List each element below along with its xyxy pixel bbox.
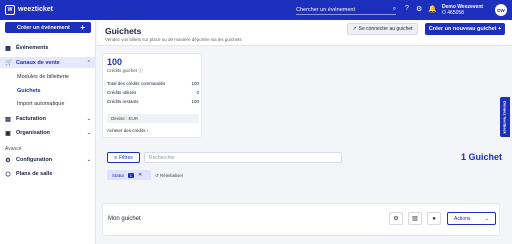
- chevron-right-icon: ›: [146, 128, 149, 133]
- chevron-down-icon: ⌄: [86, 157, 91, 163]
- filters-button[interactable]: ≡ Filtres: [107, 152, 140, 163]
- reset-filters-link[interactable]: ↺ Réinitialiser: [155, 173, 183, 179]
- section-label-advanced: Avancé: [5, 146, 22, 152]
- credit-label: Crédits guichet ⓘ: [107, 68, 143, 73]
- guichet-search-input[interactable]: Rechercher: [144, 152, 342, 163]
- user-id: O 465058: [442, 10, 464, 16]
- filter-icon: ≡: [114, 154, 118, 161]
- event-search-input[interactable]: Chercher un événement ⌕: [296, 5, 396, 15]
- credit-row-remaining: Crédits restants 100: [107, 99, 199, 104]
- image-icon[interactable]: ▨: [408, 212, 422, 225]
- briefcase-icon: ▣: [5, 130, 11, 137]
- close-icon[interactable]: ✕: [138, 172, 142, 178]
- sidebar-item-label: Événements: [16, 45, 49, 51]
- credit-row-total: Total des crédits commandés 100: [107, 81, 199, 86]
- chevron-down-icon: ⌄: [484, 215, 489, 222]
- top-bar: W weezticket Chercher un événement ⌕ ? ⚙…: [0, 0, 512, 20]
- currency-badge: Devise : EUR: [107, 114, 199, 123]
- sidebar-item-guichets[interactable]: Guichets: [17, 88, 41, 94]
- avatar[interactable]: DW: [495, 4, 507, 16]
- page-subtitle: Vendez vos billets sur place ou de maniè…: [105, 37, 242, 42]
- result-count: 1 Guichet: [460, 152, 502, 162]
- guichet-row: Mon guichet ⚙ ▨ ● Actions ⌄: [102, 203, 500, 236]
- guichet-name[interactable]: Mon guichet: [108, 216, 141, 222]
- logo-text[interactable]: weezticket: [18, 6, 53, 13]
- page-header: Guichets Vendez vos billets sur place ou…: [97, 20, 512, 46]
- sidebar-item-events[interactable]: ▦ Événements: [0, 43, 96, 53]
- search-icon: ⌕: [392, 6, 396, 12]
- sidebar-item-label: Facturation: [16, 116, 46, 122]
- sidebar-item-configuration[interactable]: ⚙ Configuration ⌄: [0, 155, 96, 165]
- notification-bell-icon[interactable]: 🔔: [428, 5, 437, 13]
- create-event-button[interactable]: Créer un événement +: [5, 22, 91, 33]
- info-icon: ⓘ: [138, 68, 143, 73]
- create-event-label: Créer un événement: [17, 24, 70, 31]
- external-link-icon: ↗: [352, 26, 357, 32]
- sidebar-item-ticketing-modules[interactable]: Modules de billetterie: [17, 74, 69, 80]
- sidebar: Créer un événement + ▦ Événements 🛒 Cana…: [0, 20, 96, 244]
- chevron-up-icon: ⌃: [86, 59, 91, 66]
- settings-icon[interactable]: ⚙: [416, 5, 422, 13]
- status-filter-chip[interactable]: Statut 1 ✕: [107, 170, 151, 180]
- user-info[interactable]: Demo Weezevent O 465058: [442, 4, 483, 16]
- sidebar-item-auto-import[interactable]: Import automatique: [17, 101, 64, 107]
- actions-dropdown[interactable]: Actions ⌄: [447, 212, 496, 225]
- receipt-icon: ▤: [5, 116, 11, 123]
- chip-count-badge: 1: [127, 172, 134, 178]
- connect-guichet-label: Se connecter au guichet: [358, 26, 413, 32]
- buy-credits-link[interactable]: Acheter des crédits ›: [107, 128, 148, 133]
- credit-count: 100: [107, 57, 123, 67]
- settings-icon[interactable]: ⚙: [389, 212, 403, 225]
- sidebar-item-label: Canaux de vente: [16, 59, 60, 66]
- sidebar-item-sales-channels[interactable]: 🛒 Canaux de vente ⌃: [0, 57, 96, 68]
- chevron-down-icon: ⌄: [86, 116, 91, 122]
- event-search-placeholder: Chercher un événement: [296, 6, 356, 13]
- credits-card: 100 Crédits guichet ⓘ Total des crédits …: [102, 53, 202, 138]
- filter-bar: ≡ Filtres Rechercher 1 Guichet Statut 1 …: [102, 149, 502, 189]
- credit-row-used: Crédits utilisés 0: [107, 90, 199, 95]
- new-guichet-button[interactable]: Créer un nouveau guichet +: [425, 23, 505, 35]
- connect-guichet-button[interactable]: ↗ Se connecter au guichet: [347, 23, 418, 35]
- sidebar-item-billing[interactable]: ▤ Facturation ⌄: [0, 114, 96, 124]
- sidebar-item-organization[interactable]: ▣ Organisation ⌄: [0, 128, 96, 138]
- user-icon[interactable]: ●: [427, 212, 441, 225]
- page-title: Guichets: [105, 26, 142, 36]
- logo-icon[interactable]: W: [5, 5, 15, 15]
- feedback-tab[interactable]: Donnez feedback: [500, 97, 510, 137]
- refresh-icon: ↺: [155, 173, 159, 178]
- gear-icon: ⚙: [5, 157, 11, 164]
- plus-icon: +: [80, 23, 85, 32]
- seat-icon: ⬡: [5, 171, 11, 178]
- sidebar-item-label: Plans de salle: [16, 171, 53, 177]
- cart-icon: 🛒: [5, 60, 13, 66]
- sidebar-item-label: Configuration: [16, 157, 53, 163]
- sidebar-item-seating-plans[interactable]: ⬡ Plans de salle: [0, 169, 96, 179]
- calendar-icon: ▦: [5, 45, 11, 52]
- help-icon[interactable]: ?: [405, 5, 409, 12]
- chevron-down-icon: ⌄: [86, 130, 91, 136]
- sidebar-item-label: Organisation: [16, 130, 50, 136]
